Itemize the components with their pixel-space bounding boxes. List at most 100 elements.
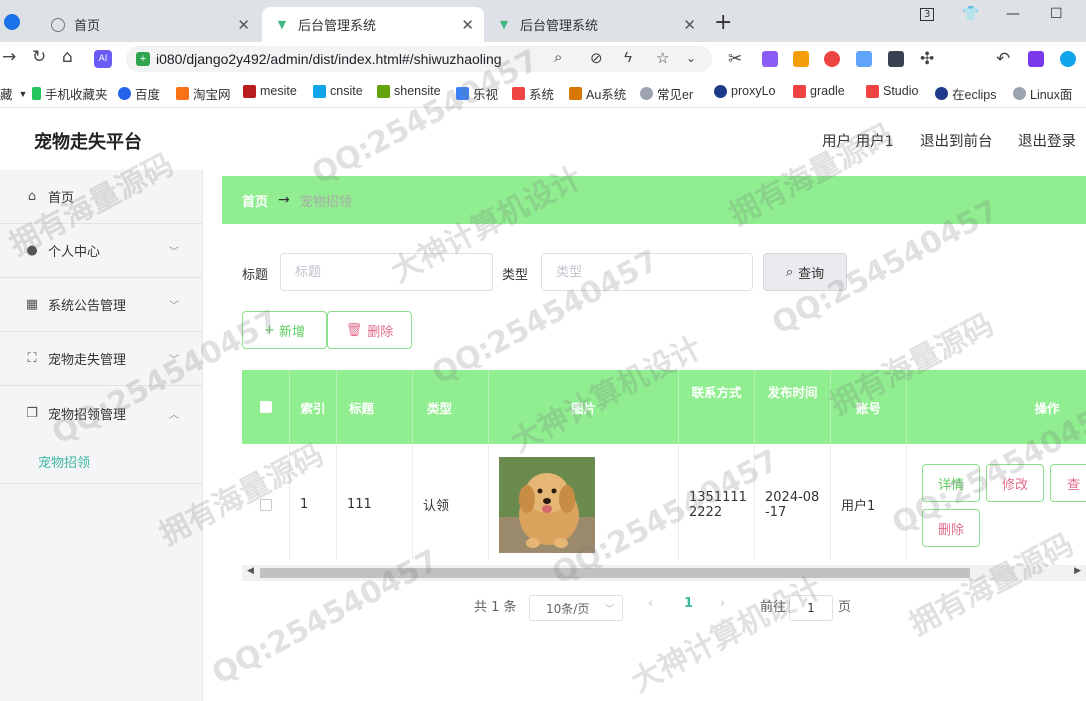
browser-tab-admin[interactable]: ▼ 后台管理系统 ✕ [484, 7, 706, 42]
header-image[interactable]: 图片 [489, 370, 679, 444]
back-icon[interactable]: → [2, 47, 16, 67]
bookmark-item[interactable]: 藏 ▼ [0, 84, 27, 103]
cell-account: 用户1 [831, 444, 907, 560]
next-page-icon[interactable]: › [720, 596, 725, 611]
bookmark-item[interactable]: 乐视 [456, 84, 498, 103]
box-extension-icon[interactable] [888, 51, 904, 67]
pet-photo[interactable] [499, 456, 595, 553]
bookmark-item[interactable]: gradle [793, 84, 845, 98]
goto-page-input[interactable]: 1 [789, 595, 833, 621]
bookmark-item[interactable]: 百度 [118, 84, 160, 103]
browser-tab-home[interactable]: 首页 ✕ [38, 7, 260, 42]
table-header: 索引 标题 类型 图片 联系方式 发布时间 账号 操作 [242, 370, 1086, 444]
cell-image [489, 444, 679, 560]
close-icon[interactable]: ✕ [237, 16, 250, 34]
breadcrumb-current: 宠物招领 [299, 194, 352, 210]
add-button[interactable]: + 新增 [242, 311, 327, 349]
bookmark-item[interactable]: 手机收藏夹 [32, 84, 108, 103]
select-all-checkbox[interactable] [242, 370, 290, 444]
maximize-icon[interactable]: ☐ [1050, 6, 1063, 22]
row-delete-button[interactable]: 删除 [922, 509, 980, 547]
vue-logo-icon: ▼ [277, 18, 287, 31]
breadcrumb-home[interactable]: 首页 [242, 191, 268, 210]
zoom-icon[interactable]: ⌕ [554, 49, 562, 66]
translate-extension-icon[interactable] [762, 51, 778, 67]
profile-extension-icon[interactable] [1060, 51, 1076, 67]
bag-extension-icon[interactable] [1028, 51, 1044, 67]
table-horizontal-scrollbar[interactable]: ◀ ▶ [242, 565, 1086, 581]
sidebar-item-lost-pets[interactable]: ⛶ 宠物走失管理 ﹀ [0, 332, 203, 386]
query-button[interactable]: ⌕ 查询 [763, 253, 847, 291]
bookmark-item[interactable]: mesite [243, 84, 297, 98]
page-number-current[interactable]: 1 [684, 596, 693, 611]
shirt-icon[interactable]: 👕 [962, 6, 979, 22]
edit-button[interactable]: 修改 [986, 464, 1044, 502]
bookmark-item[interactable]: 系统 [512, 84, 554, 103]
type-search-input[interactable] [541, 253, 753, 291]
header-title[interactable]: 标题 [337, 370, 413, 444]
browser-menu-icon[interactable] [4, 14, 20, 30]
bookmark-item[interactable]: 淘宝网 [176, 84, 231, 103]
reload-icon[interactable]: ↻ [32, 47, 46, 67]
bookmark-item[interactable]: Au系统 [569, 84, 626, 103]
chevron-down-icon: ﹀ [169, 247, 179, 258]
browser-tab-admin-active[interactable]: ▼ 后台管理系统 ✕ [262, 7, 484, 42]
page-size-select[interactable]: 10条/页 ﹀ [529, 595, 623, 621]
detail-button[interactable]: 详情 [922, 464, 980, 502]
row-checkbox[interactable] [242, 444, 290, 560]
header-operations: 操作 [1034, 400, 1060, 416]
scrollbar-thumb[interactable] [260, 568, 970, 578]
ai-extension-icon[interactable]: AI [94, 50, 112, 68]
header-contact[interactable]: 联系方式 [679, 370, 755, 444]
sidebar-item-notice[interactable]: ▦ 系统公告管理 ﹀ [0, 278, 203, 332]
address-bar-row: → ↻ ⌂ AI + i080/django2y492/admin/dist/i… [0, 42, 1086, 76]
bookmark-item[interactable]: Studio [866, 84, 918, 98]
current-user-link[interactable]: 用户 用户1 [822, 130, 894, 151]
sidebar-item-personal-center[interactable]: ● 个人中心 ﹀ [0, 224, 203, 278]
weibo-extension-icon[interactable] [824, 51, 840, 67]
compass-icon[interactable]: ⊘ [590, 49, 603, 67]
close-icon[interactable]: ✕ [461, 16, 474, 34]
delete-button[interactable]: 🗑 删除 [327, 311, 412, 349]
scissors-icon[interactable]: ✂ [728, 49, 742, 69]
sidebar-item-home[interactable]: ⌂ 首页 [0, 170, 203, 224]
home-page-icon[interactable]: ⌂ [62, 47, 73, 67]
chevron-down-icon: ﹀ [604, 604, 614, 615]
url-field[interactable]: + i080/django2y492/admin/dist/index.html… [126, 46, 712, 72]
copy-icon: ❐ [26, 405, 38, 421]
scroll-left-icon[interactable]: ◀ [247, 566, 254, 576]
new-tab-icon[interactable]: + [714, 10, 732, 35]
bookmark-item[interactable]: cnsite [313, 84, 363, 98]
bookmark-item[interactable]: proxyLo [714, 84, 775, 98]
tab-counter[interactable]: 3 [920, 8, 935, 21]
search-icon: ⌕ [785, 264, 794, 280]
bookmark-item[interactable]: shensite [377, 84, 441, 98]
header-type[interactable]: 类型 [413, 370, 489, 444]
logout-link[interactable]: 退出登录 [1018, 130, 1076, 151]
bookmark-item[interactable]: Linux面 [1013, 84, 1072, 103]
undo-icon[interactable]: ↶ [996, 49, 1010, 69]
sidebar-item-pet-claim[interactable]: ❐ 宠物招领管理 ︿ [0, 386, 203, 440]
fox-extension-icon[interactable] [793, 51, 809, 67]
bookmark-item[interactable]: 常见er [640, 84, 693, 103]
scroll-right-icon[interactable]: ▶ [1074, 566, 1081, 576]
lightning-icon[interactable]: ϟ [624, 49, 632, 66]
close-icon[interactable]: ✕ [683, 16, 696, 34]
minimize-icon[interactable]: — [1006, 6, 1020, 22]
puzzle-icon[interactable]: ✣ [920, 49, 934, 69]
prev-page-icon[interactable]: ‹ [648, 596, 653, 611]
table-row: 1 111 认领 1351111 2222 2024-08 -17 用户1 详情… [242, 444, 1086, 560]
chevron-down-icon[interactable]: ⌄ [686, 51, 696, 65]
sidebar-subitem-pet-claim[interactable]: 宠物招领 [38, 452, 90, 471]
star-icon[interactable]: ☆ [656, 49, 669, 67]
header-publish-time[interactable]: 发布时间 [755, 370, 831, 444]
title-search-input[interactable] [280, 253, 493, 291]
cell-index: 1 [290, 444, 337, 560]
mail-extension-icon[interactable] [856, 51, 872, 67]
back-to-frontend-link[interactable]: 退出到前台 [920, 130, 993, 151]
view-button[interactable]: 查 [1050, 464, 1086, 502]
security-icon: + [136, 52, 150, 66]
header-index[interactable]: 索引 [290, 370, 337, 444]
header-account[interactable]: 账号 [831, 370, 907, 444]
bookmark-item[interactable]: 在eclips [935, 84, 996, 103]
